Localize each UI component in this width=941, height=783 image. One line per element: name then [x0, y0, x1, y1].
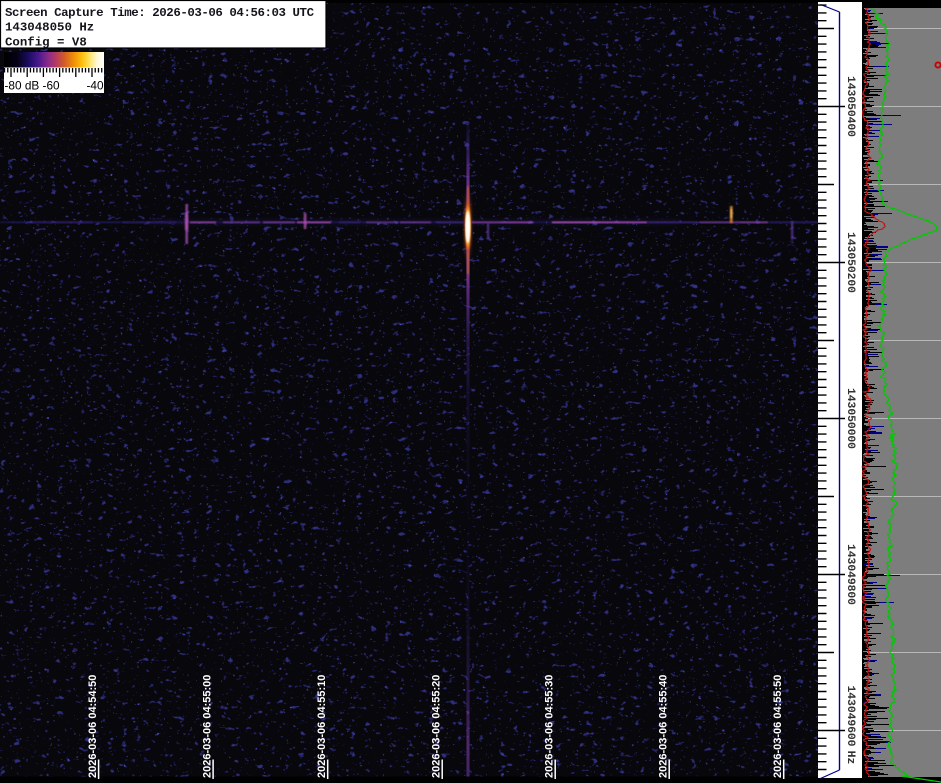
svg-text:-40: -40 [87, 79, 104, 93]
svg-text:2026-03-06 04:54:50: 2026-03-06 04:54:50 [87, 675, 99, 778]
svg-text:2026-03-06 04:55:40: 2026-03-06 04:55:40 [658, 675, 670, 778]
svg-text:Screen Capture Time: 2026-03-0: Screen Capture Time: 2026-03-06 04:56:03… [5, 6, 315, 20]
svg-text:2026-03-06 04:55:50: 2026-03-06 04:55:50 [772, 675, 784, 778]
svg-text:143050400: 143050400 [844, 76, 856, 137]
svg-text:143048050 Hz: 143048050 Hz [5, 21, 94, 35]
svg-text:Config = V8: Config = V8 [5, 35, 87, 49]
svg-text:-80 dB -60: -80 dB -60 [5, 79, 61, 93]
svg-text:2026-03-06 04:55:30: 2026-03-06 04:55:30 [544, 675, 556, 778]
svg-text:2026-03-06 04:55:10: 2026-03-06 04:55:10 [316, 675, 328, 778]
svg-text:143049800: 143049800 [844, 544, 856, 605]
svg-text:Hz: Hz [844, 751, 856, 765]
svg-text:143050000: 143050000 [844, 388, 856, 449]
svg-text:2026-03-06 04:55:20: 2026-03-06 04:55:20 [431, 675, 443, 778]
svg-text:143050200: 143050200 [844, 232, 856, 293]
svg-text:2026-03-06 04:55:00: 2026-03-06 04:55:00 [202, 675, 214, 778]
svg-text:143049600: 143049600 [844, 686, 856, 747]
